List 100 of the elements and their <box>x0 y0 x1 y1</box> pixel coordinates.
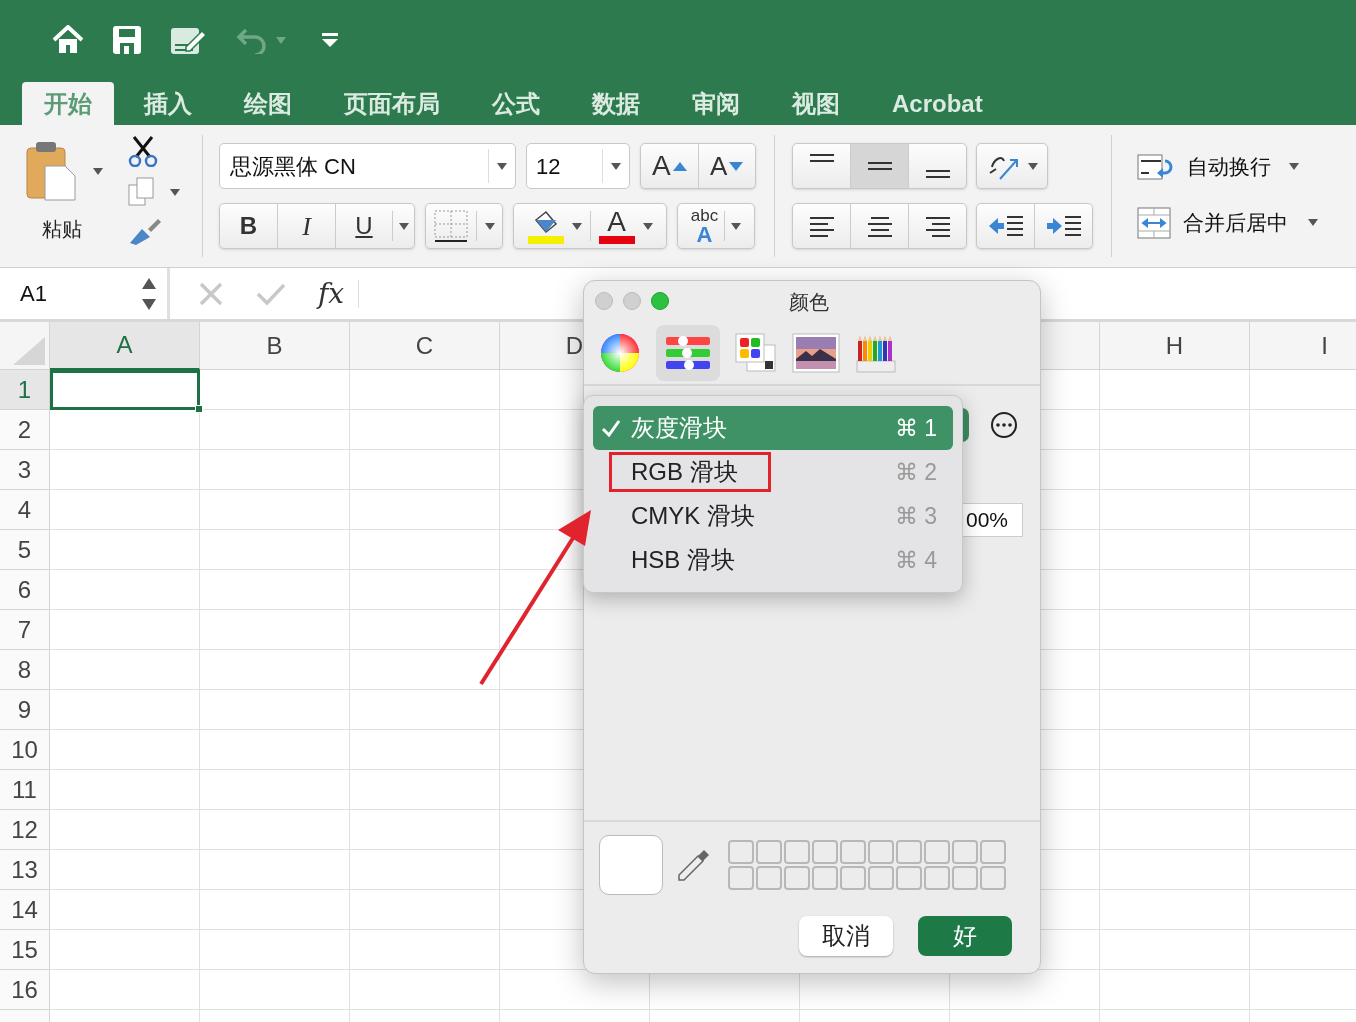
swatch-well[interactable] <box>868 866 894 890</box>
column-header[interactable]: C <box>350 322 500 370</box>
column-header[interactable]: B <box>200 322 350 370</box>
swatch-well[interactable] <box>952 840 978 864</box>
undo-icon[interactable] <box>236 26 268 54</box>
spreadsheet-cell[interactable] <box>1100 650 1250 690</box>
spreadsheet-cell[interactable] <box>200 570 350 610</box>
caret-icon[interactable] <box>276 36 286 44</box>
swatch-well[interactable] <box>728 866 754 890</box>
enter-icon[interactable] <box>256 281 286 306</box>
font-name-field[interactable]: 思源黑体 CN <box>219 143 516 189</box>
swatch-well[interactable] <box>896 840 922 864</box>
spreadsheet-cell[interactable] <box>350 810 500 850</box>
swatch-well[interactable] <box>952 866 978 890</box>
ribbon-tab[interactable]: 审阅 <box>670 82 762 125</box>
spreadsheet-cell[interactable] <box>1100 970 1250 1010</box>
spreadsheet-cell[interactable] <box>350 570 500 610</box>
cancel-button[interactable]: 取消 <box>799 916 893 956</box>
row-header[interactable]: 2 <box>0 410 50 450</box>
spreadsheet-cell[interactable] <box>200 930 350 970</box>
ribbon-tab[interactable]: 公式 <box>470 82 562 125</box>
swatch-well[interactable] <box>896 866 922 890</box>
row-header[interactable]: 11 <box>0 770 50 810</box>
swatch-well[interactable] <box>784 866 810 890</box>
spreadsheet-cell[interactable] <box>350 730 500 770</box>
sliders-icon[interactable] <box>656 324 720 381</box>
spreadsheet-cell[interactable] <box>200 610 350 650</box>
spreadsheet-cell[interactable] <box>50 410 200 450</box>
menu-item[interactable]: 灰度滑块 ⌘ 1 <box>593 406 953 450</box>
insert-function-button[interactable]: fx <box>318 272 345 315</box>
spreadsheet-cell[interactable] <box>350 610 500 650</box>
spreadsheet-cell[interactable] <box>350 890 500 930</box>
spreadsheet-cell[interactable] <box>1100 810 1250 850</box>
ribbon-tab[interactable]: 绘图 <box>222 82 314 125</box>
italic-button[interactable]: I <box>278 204 336 248</box>
row-header[interactable]: 16 <box>0 970 50 1010</box>
spreadsheet-cell[interactable] <box>50 770 200 810</box>
spreadsheet-cell[interactable] <box>200 370 350 410</box>
column-header[interactable]: H <box>1100 322 1250 370</box>
spreadsheet-cell[interactable] <box>350 770 500 810</box>
swatch-well[interactable] <box>756 866 782 890</box>
row-header[interactable]: 13 <box>0 850 50 890</box>
font-color-button[interactable]: A <box>598 208 635 244</box>
paste-label[interactable]: 粘贴 <box>42 214 82 244</box>
merge-center-button[interactable]: 合并后居中 <box>1137 206 1318 239</box>
spreadsheet-cell[interactable] <box>1100 370 1250 410</box>
spreadsheet-cell[interactable] <box>200 970 350 1010</box>
name-box[interactable]: A1 <box>0 268 170 319</box>
menu-item[interactable]: HSB 滑块 ⌘ 4 <box>593 538 953 582</box>
spreadsheet-cell[interactable] <box>200 890 350 930</box>
borders-icon[interactable] <box>433 210 468 242</box>
row-header[interactable]: 4 <box>0 490 50 530</box>
swatch-well[interactable] <box>784 840 810 864</box>
ribbon-tab[interactable]: 页面布局 <box>322 82 462 125</box>
row-header[interactable]: 15 <box>0 930 50 970</box>
paste-button[interactable] <box>25 140 103 202</box>
spreadsheet-cell[interactable] <box>1100 410 1250 450</box>
spreadsheet-cell[interactable] <box>1100 850 1250 890</box>
spreadsheet-cell[interactable] <box>1100 570 1250 610</box>
spreadsheet-cell[interactable] <box>350 930 500 970</box>
underline-button[interactable]: U <box>336 204 392 248</box>
swatch-well[interactable] <box>812 840 838 864</box>
spreadsheet-cell[interactable] <box>1100 530 1250 570</box>
shrink-font-button[interactable]: A <box>698 144 755 188</box>
row-header[interactable]: 14 <box>0 890 50 930</box>
spreadsheet-cell[interactable] <box>350 370 500 410</box>
spreadsheet-cell[interactable] <box>50 530 200 570</box>
spreadsheet-cell[interactable] <box>350 690 500 730</box>
row-header[interactable]: 9 <box>0 690 50 730</box>
swatch-well[interactable] <box>868 840 894 864</box>
ribbon-tab[interactable]: Acrobat <box>870 82 1005 125</box>
spreadsheet-cell[interactable] <box>50 970 200 1010</box>
vertical-align-button[interactable] <box>851 144 909 188</box>
color-well[interactable] <box>599 835 663 895</box>
column-header[interactable]: I <box>1250 322 1356 370</box>
swatch-well[interactable] <box>840 840 866 864</box>
spreadsheet-cell[interactable] <box>350 970 500 1010</box>
spreadsheet-cell[interactable] <box>200 410 350 450</box>
row-header[interactable]: 10 <box>0 730 50 770</box>
ok-button[interactable]: 好 <box>918 916 1012 956</box>
menu-item[interactable]: RGB 滑块 ⌘ 2 <box>593 450 953 494</box>
row-header[interactable]: 7 <box>0 610 50 650</box>
spreadsheet-cell[interactable] <box>200 810 350 850</box>
column-header[interactable]: A <box>50 322 200 370</box>
customize-toolbar-icon[interactable] <box>322 33 338 47</box>
spreadsheet-cell[interactable] <box>1100 450 1250 490</box>
spreadsheet-cell[interactable] <box>350 530 500 570</box>
spreadsheet-cell[interactable] <box>50 490 200 530</box>
edit-sheet-icon[interactable] <box>170 25 208 55</box>
spreadsheet-cell[interactable] <box>1100 890 1250 930</box>
row-header[interactable]: 5 <box>0 530 50 570</box>
spreadsheet-cell[interactable] <box>50 930 200 970</box>
spreadsheet-cell[interactable] <box>200 770 350 810</box>
zoom-button[interactable] <box>651 292 669 310</box>
spreadsheet-cell[interactable] <box>200 690 350 730</box>
spreadsheet-cell[interactable] <box>1100 770 1250 810</box>
row-header[interactable]: 8 <box>0 650 50 690</box>
spreadsheet-cell[interactable] <box>200 530 350 570</box>
spreadsheet-cell[interactable] <box>1100 730 1250 770</box>
swatch-well[interactable] <box>756 840 782 864</box>
